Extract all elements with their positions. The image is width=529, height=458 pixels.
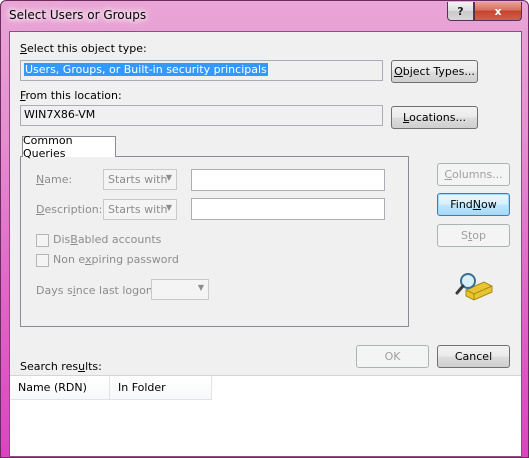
disabled-accounts-checkbox[interactable] (36, 234, 49, 247)
search-results-label: Search results: (20, 360, 102, 373)
tab-common-queries-label: Common Queries (23, 134, 73, 160)
column-header-name-label: Name (RDN) (18, 381, 87, 394)
disabled-accounts-accel: B (70, 233, 78, 246)
chevron-down-icon: ▼ (165, 203, 172, 212)
search-magnifier-icon (455, 273, 493, 301)
dialog-window: Select Users or Groups ? x Select this o… (0, 0, 529, 458)
results-post: lts: (85, 360, 102, 373)
ok-label: OK (384, 350, 401, 363)
disabled-accounts-label: DisBabled accounts (53, 233, 161, 246)
tab-common-queries[interactable]: Common Queries (22, 134, 116, 160)
stop-button[interactable]: St op (437, 224, 510, 247)
days-pre: Days s (36, 284, 73, 297)
stop-pre: S (460, 229, 468, 242)
description-mode-value: Starts with (108, 203, 168, 216)
chevron-down-icon: ▼ (165, 173, 172, 182)
non-expiring-password-label: Non expiring password (53, 253, 179, 266)
chevron-down-icon: ▼ (197, 283, 204, 292)
object-types-label: bject Types... (402, 65, 475, 78)
description-label-text: escription: (44, 203, 103, 216)
object-type-value: Users, Groups, or Built-in security prin… (24, 63, 268, 76)
column-header-in-folder-label: In Folder (118, 381, 166, 394)
find-now-button[interactable]: Find Now (437, 193, 510, 216)
disabled-accounts-pre: Dis (53, 233, 71, 246)
column-header-name[interactable]: Name (RDN) (10, 376, 110, 400)
help-icon: ? (457, 4, 464, 18)
name-label-accel: N (36, 173, 45, 186)
non-expiring-pre: Non e (53, 253, 86, 266)
name-label-text: ame: (44, 173, 73, 186)
help-button[interactable]: ? (447, 2, 474, 21)
description-input[interactable] (191, 198, 385, 220)
object-types-button[interactable]: Object Types... (391, 60, 478, 83)
column-header-in-folder[interactable]: In Folder (110, 376, 212, 400)
find-post: ow (481, 198, 497, 211)
find-accel: N (472, 198, 482, 211)
days-since-logon-label: Days since last logon: (36, 284, 157, 297)
results-accel: u (78, 360, 86, 373)
locations-button[interactable]: Locations... (391, 106, 478, 129)
results-pre: Search res (20, 360, 79, 373)
name-input[interactable] (191, 169, 385, 191)
non-expiring-post: piring password (91, 253, 179, 266)
columns-button[interactable]: Columns... (437, 163, 510, 186)
location-label-text: rom this location: (25, 89, 122, 102)
stop-post: op (472, 229, 487, 242)
search-results-list[interactable]: Name (RDN) In Folder (10, 375, 521, 456)
non-expiring-password-checkbox[interactable] (36, 254, 49, 267)
cancel-label: Cancel (454, 350, 493, 363)
description-label: Description: (36, 203, 102, 216)
columns-label: olumns... (452, 168, 503, 181)
disabled-accounts-post: abled accounts (77, 233, 162, 246)
location-field[interactable]: WIN7X86-VM (20, 105, 383, 126)
find-pre: Find (450, 198, 473, 211)
location-label: From this location: (20, 89, 122, 102)
close-button[interactable]: x (474, 2, 522, 21)
name-mode-select[interactable]: Starts with ▼ (103, 169, 177, 190)
ok-button[interactable]: OK (356, 345, 429, 368)
object-type-label-text: elect this object type: (26, 42, 147, 55)
object-type-label: Select this object type: (20, 42, 147, 55)
location-value: WIN7X86-VM (24, 108, 96, 121)
name-mode-value: Starts with (108, 173, 168, 186)
cancel-button[interactable]: Cancel (437, 345, 510, 368)
name-label: Name: (36, 173, 72, 186)
days-post: nce last logon: (75, 284, 157, 297)
object-types-accel: O (394, 65, 403, 78)
dialog-client-area: Select this object type: Users, Groups, … (9, 31, 522, 457)
close-icon: x (494, 4, 502, 18)
description-mode-select[interactable]: Starts with ▼ (103, 199, 177, 220)
window-title: Select Users or Groups (9, 8, 147, 22)
common-queries-panel: Name: Starts with ▼ Description: Starts … (20, 156, 409, 327)
locations-label: ocations... (409, 111, 466, 124)
days-since-logon-select[interactable]: ▼ (151, 279, 209, 300)
object-type-label-accel: S (20, 42, 27, 55)
columns-accel: C (444, 168, 452, 181)
object-type-field[interactable]: Users, Groups, or Built-in security prin… (20, 60, 383, 81)
